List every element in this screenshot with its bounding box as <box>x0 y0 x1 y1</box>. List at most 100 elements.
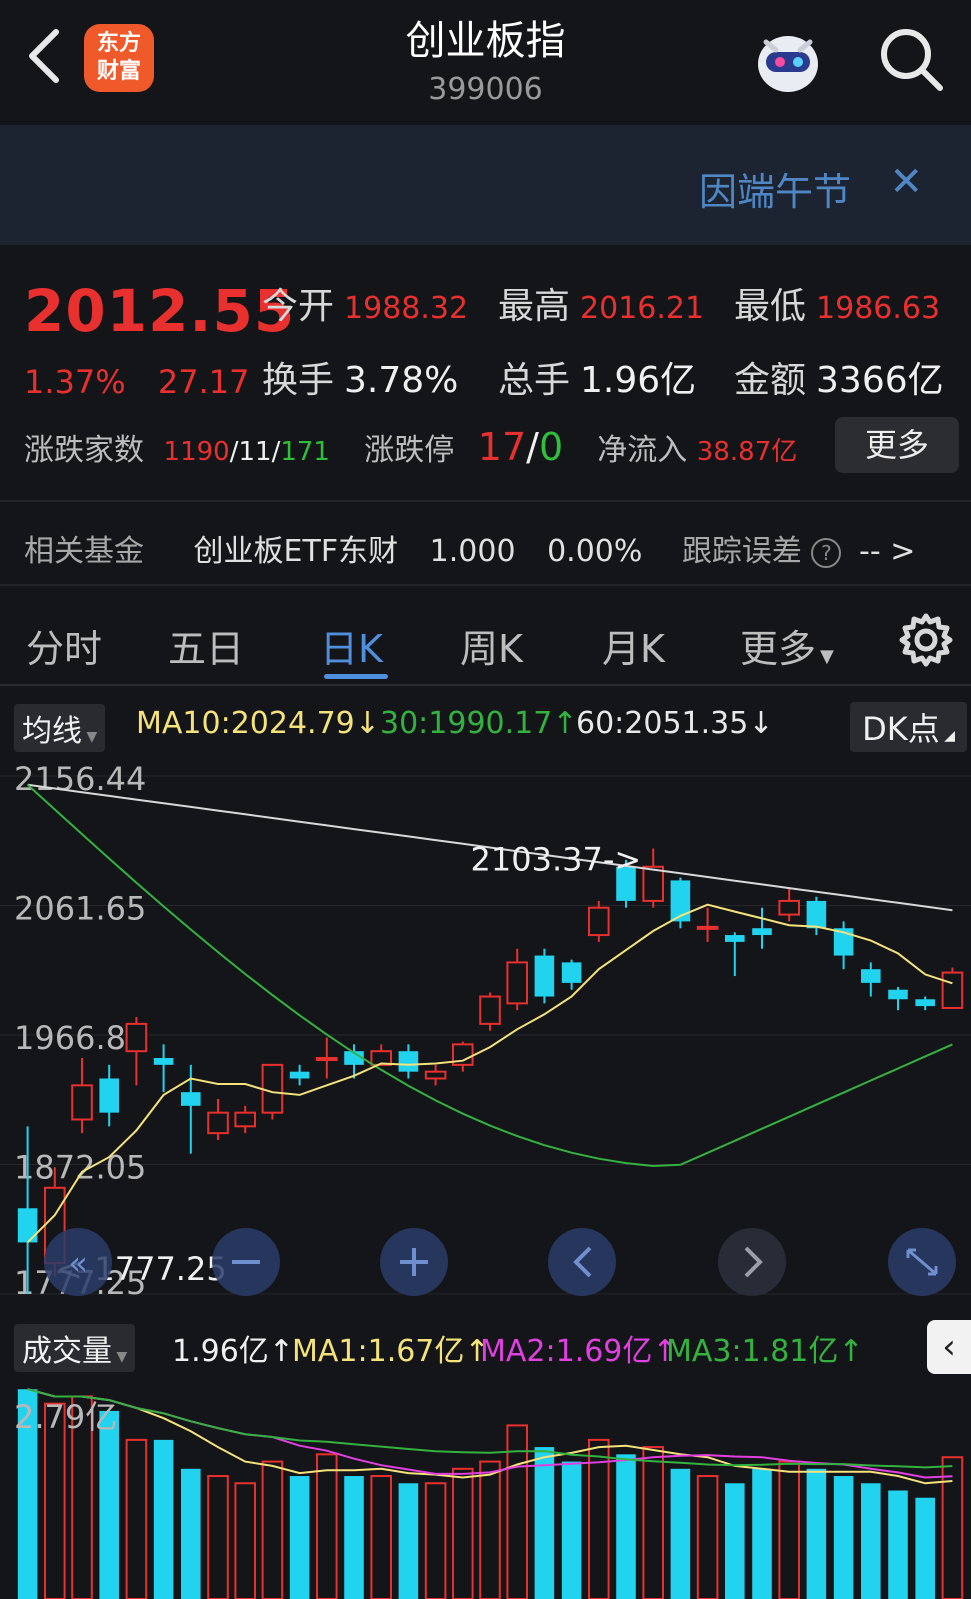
related-fund-row[interactable]: 相关基金 创业板ETF东财 1.000 0.00% 跟踪误差 ? -- > <box>24 526 964 570</box>
dk-point-button[interactable]: DK点 ◢ <box>850 702 967 752</box>
volume-bar-down <box>289 1476 310 1599</box>
candle-body-down <box>398 1051 419 1072</box>
scroll-right-button[interactable] <box>718 1228 786 1296</box>
candle-body-down <box>888 989 908 1000</box>
fullscreen-button[interactable] <box>888 1228 956 1296</box>
close-icon[interactable]: ✕ <box>889 159 923 205</box>
breadth-row: 涨跌家数 1190/11/171 涨跌停 17/0 净流入 38.87亿 <box>24 425 798 469</box>
corner-caret-icon: ◢ <box>939 728 955 744</box>
candle-body-up <box>234 1111 256 1128</box>
indicator-selector-label: 成交量 <box>22 1334 112 1369</box>
netflow-value: 38.87亿 <box>696 437 798 467</box>
high-label: 最高 <box>498 286 571 327</box>
amount-stat: 金额 3366亿 <box>734 351 944 403</box>
volume-label: 总手 <box>498 360 571 401</box>
candle-body-up <box>125 1022 148 1053</box>
volume-bar-up <box>696 1475 719 1599</box>
chart-period-tabs: 分时 五日 日K 周K 月K 更多 ▼ <box>0 600 971 686</box>
candle-body-down <box>99 1078 119 1113</box>
indicator-selector[interactable]: 成交量 ▼ <box>14 1324 136 1372</box>
notice-banner[interactable]: 因端午节 ✕ <box>0 125 971 245</box>
ma10-line <box>26 903 953 1244</box>
low-value: 1986.63 <box>816 291 941 326</box>
tab-monthly-k[interactable]: 月K <box>602 618 665 673</box>
double-chevron-left-icon: « <box>68 1244 88 1282</box>
candle-body-down <box>289 1071 310 1079</box>
volume-bar-down <box>915 1497 935 1599</box>
limit-up-count: 17 <box>477 425 527 469</box>
candlestick-chart[interactable]: 2156.442061.651966.851872.051777.25 2103… <box>0 754 971 1310</box>
change-row: 1.37% 27.17 <box>24 363 271 401</box>
volume-bar-down <box>181 1468 201 1599</box>
down-count: 171 <box>280 437 330 467</box>
volume-bar-up <box>778 1460 800 1599</box>
candle-body-up <box>71 1084 93 1121</box>
dropdown-caret-icon: ▼ <box>820 646 834 667</box>
notice-text: 因端午节 <box>698 170 851 214</box>
candle-body-up <box>261 1063 284 1114</box>
candle-body-up <box>941 971 964 1009</box>
tab-weekly-k[interactable]: 周K <box>460 618 523 673</box>
volume-bar-up <box>261 1460 284 1599</box>
ma60-value: 60:2051.35↓ <box>576 706 774 741</box>
help-icon[interactable]: ? <box>811 537 842 568</box>
turnover-label: 换手 <box>262 360 335 401</box>
more-stats-button[interactable]: 更多 <box>835 417 959 473</box>
tracking-error-label: 跟踪误差 <box>681 534 802 569</box>
gear-icon[interactable] <box>896 610 956 670</box>
tab-intraday[interactable]: 分时 <box>26 618 102 673</box>
volume-current: 1.96亿↑ <box>172 1334 294 1369</box>
volume-bar-up <box>479 1460 501 1599</box>
divider <box>0 500 971 502</box>
limit-label: 涨跌停 <box>364 433 455 468</box>
robot-assistant-icon[interactable] <box>748 20 828 100</box>
y-tick-label: 1872.05 <box>14 1148 146 1186</box>
volume-chart[interactable]: 2.79亿 <box>0 1374 971 1599</box>
candle-body-down <box>153 1058 174 1065</box>
zoom-in-button[interactable] <box>380 1228 448 1296</box>
breadth-label: 涨跌家数 <box>24 433 144 468</box>
fund-name[interactable]: 创业板ETF东财 <box>194 534 399 569</box>
volume-bar-up <box>316 1453 338 1599</box>
tab-five-day[interactable]: 五日 <box>168 618 244 673</box>
candle-body-up <box>424 1070 447 1080</box>
volume-legend: 成交量 ▼ 1.96亿↑ MA1:1.67亿↑ MA2:1.69亿↑ MA3:1… <box>0 1320 971 1374</box>
limit-down-count: 0 <box>538 425 564 469</box>
open-value: 1988.32 <box>344 291 469 326</box>
candle-body-up <box>642 865 664 902</box>
volume-bar-down <box>725 1483 745 1599</box>
volume-bar-up <box>125 1438 148 1599</box>
turnover-value: 3.78% <box>344 360 459 401</box>
candle-body-up <box>207 1111 229 1135</box>
ma-selector-label: 均线 <box>22 714 82 749</box>
last-price: 2012.55 <box>24 277 296 345</box>
volume-tick-label: 2.79亿 <box>14 1398 117 1436</box>
tab-more[interactable]: 更多 ▼ <box>740 618 834 673</box>
dk-point-label: DK点 <box>862 710 940 748</box>
low-label: 最低 <box>734 286 807 327</box>
volume-ma2: MA2:1.69亿↑ <box>480 1334 678 1369</box>
high-stat: 最高 2016.21 <box>498 277 704 329</box>
search-icon[interactable] <box>876 24 946 94</box>
candle-body-up <box>588 906 610 937</box>
volume-bar-up <box>642 1446 664 1599</box>
candle-body-down <box>725 935 745 942</box>
ma-selector[interactable]: 均线 ▼ <box>14 704 106 752</box>
amount-value: 3366亿 <box>816 360 944 401</box>
related-fund-label: 相关基金 <box>24 534 144 569</box>
zoom-out-button[interactable] <box>212 1228 280 1296</box>
high-marker-label: 2103.37-> <box>471 840 642 878</box>
tab-daily-k[interactable]: 日K <box>320 618 383 673</box>
collapse-panel-button[interactable]: ‹ <box>927 1320 971 1374</box>
tab-more-label: 更多 <box>740 627 817 671</box>
volume-bar-down <box>534 1447 555 1599</box>
tracking-error-value[interactable]: -- > <box>859 534 915 569</box>
ma30-value: 30:1990.17↑ <box>380 706 578 741</box>
candle-body-down <box>861 969 881 983</box>
scroll-left-button[interactable] <box>548 1228 616 1296</box>
volume-bar-up <box>588 1438 610 1599</box>
volume-bar-up <box>370 1475 392 1599</box>
high-value: 2016.21 <box>580 291 705 326</box>
jump-first-button[interactable]: « <box>44 1228 112 1296</box>
active-tab-indicator <box>324 674 388 679</box>
